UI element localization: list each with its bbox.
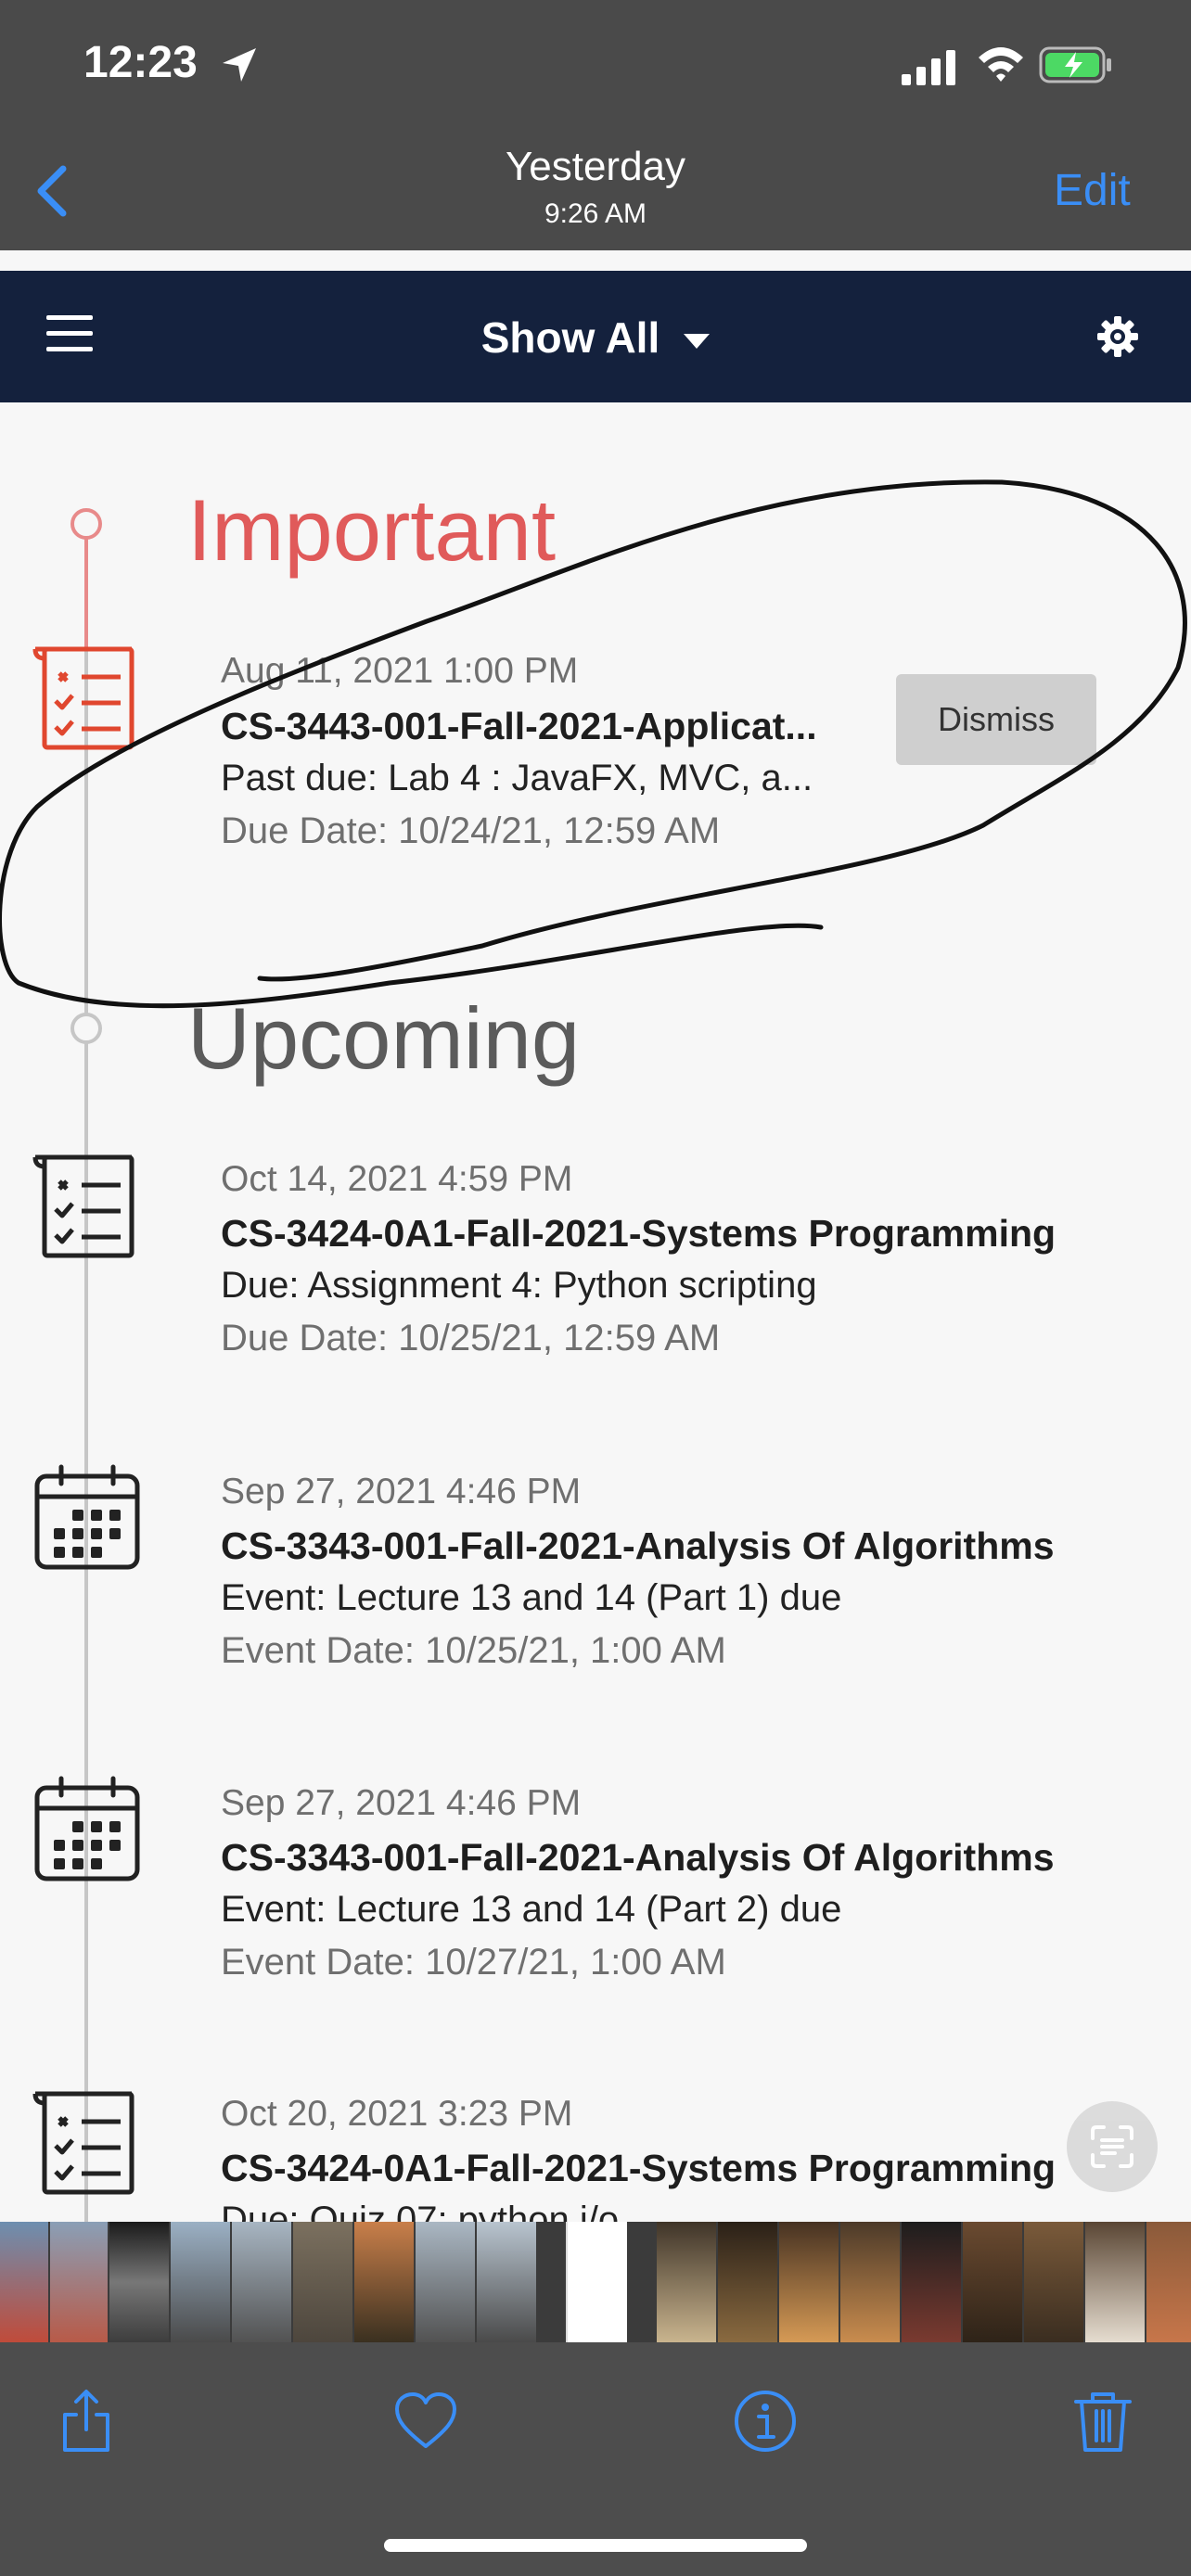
assignment-icon (32, 1154, 134, 1258)
photo-thumbnail[interactable] (109, 2222, 169, 2342)
trash-icon[interactable] (1070, 2389, 1135, 2454)
item-due-date: Event Date: 10/25/21, 1:00 AM (221, 1630, 726, 1671)
wifi-icon (979, 47, 1023, 82)
item-course[interactable]: CS-3424-0A1-Fall-2021-Systems Programmin… (221, 1212, 1056, 1256)
item-timestamp: Sep 27, 2021 4:46 PM (221, 1472, 582, 1511)
edit-button[interactable]: Edit (1054, 165, 1131, 216)
item-course[interactable]: CS-3424-0A1-Fall-2021-Systems Programmin… (221, 2147, 1056, 2190)
item-description[interactable]: Due: Assignment 4: Python scripting (221, 1265, 817, 1307)
calendar-icon (34, 1776, 140, 1881)
share-icon[interactable] (54, 2389, 119, 2454)
assignment-icon (32, 2091, 134, 2195)
live-text-scan-button[interactable] (1067, 2101, 1158, 2192)
photo-thumbnail[interactable] (902, 2222, 961, 2342)
photo-thumbnail[interactable] (171, 2222, 230, 2342)
item-course[interactable]: CS-3343-001-Fall-2021-Analysis Of Algori… (221, 1524, 1055, 1568)
item-timestamp: Sep 27, 2021 4:46 PM (221, 1783, 582, 1823)
photo-thumbnail[interactable] (293, 2222, 352, 2342)
hand-drawn-circle-annotation (0, 479, 1187, 1009)
text-scan-icon (1091, 2125, 1133, 2168)
home-indicator[interactable] (384, 2539, 807, 2552)
filter-dropdown[interactable]: Show All (0, 312, 1191, 363)
gear-icon[interactable] (1095, 313, 1141, 360)
item-description[interactable]: Event: Lecture 13 and 14 (Part 1) due (221, 1577, 841, 1619)
filter-label: Show All (480, 313, 660, 362)
photo-thumbnail[interactable] (232, 2222, 291, 2342)
cellular-signal-icon (902, 50, 955, 85)
photo-thumbnail[interactable] (354, 2222, 414, 2342)
photo-thumbnail[interactable] (1085, 2222, 1145, 2342)
photo-thumbnail[interactable] (963, 2222, 1022, 2342)
battery-charging-icon (1039, 46, 1111, 83)
info-icon[interactable] (733, 2389, 798, 2454)
favorite-heart-icon[interactable] (393, 2389, 458, 2454)
photo-thumbnail-strip[interactable] (0, 2222, 1191, 2342)
item-due-date: Due Date: 10/25/21, 12:59 AM (221, 1318, 721, 1358)
photo-thumbnail[interactable] (840, 2222, 900, 2342)
photo-thumbnail[interactable] (1146, 2222, 1191, 2342)
photo-thumbnail-current[interactable] (566, 2222, 627, 2342)
item-course[interactable]: CS-3343-001-Fall-2021-Analysis Of Algori… (221, 1836, 1055, 1880)
caret-down-icon (684, 333, 711, 349)
photo-date-title: Yesterday (505, 144, 686, 189)
photo-thumbnail[interactable] (1024, 2222, 1083, 2342)
item-timestamp: Oct 14, 2021 4:59 PM (221, 1159, 573, 1199)
photo-thumbnail[interactable] (718, 2222, 777, 2342)
status-time: 12:23 (83, 38, 198, 87)
photo-time-subtitle: 9:26 AM (544, 198, 647, 229)
location-arrow-icon (223, 48, 256, 82)
item-timestamp: Oct 20, 2021 3:23 PM (221, 2094, 573, 2134)
photo-thumbnail[interactable] (657, 2222, 716, 2342)
calendar-icon (34, 1464, 140, 1570)
item-due-date: Event Date: 10/27/21, 1:00 AM (221, 1942, 726, 1983)
photo-thumbnail[interactable] (0, 2222, 48, 2342)
photo-thumbnail[interactable] (779, 2222, 839, 2342)
photo-thumbnail[interactable] (477, 2222, 536, 2342)
item-description[interactable]: Event: Lecture 13 and 14 (Part 2) due (221, 1889, 841, 1931)
photo-thumbnail[interactable] (416, 2222, 475, 2342)
photo-thumbnail[interactable] (50, 2222, 108, 2342)
